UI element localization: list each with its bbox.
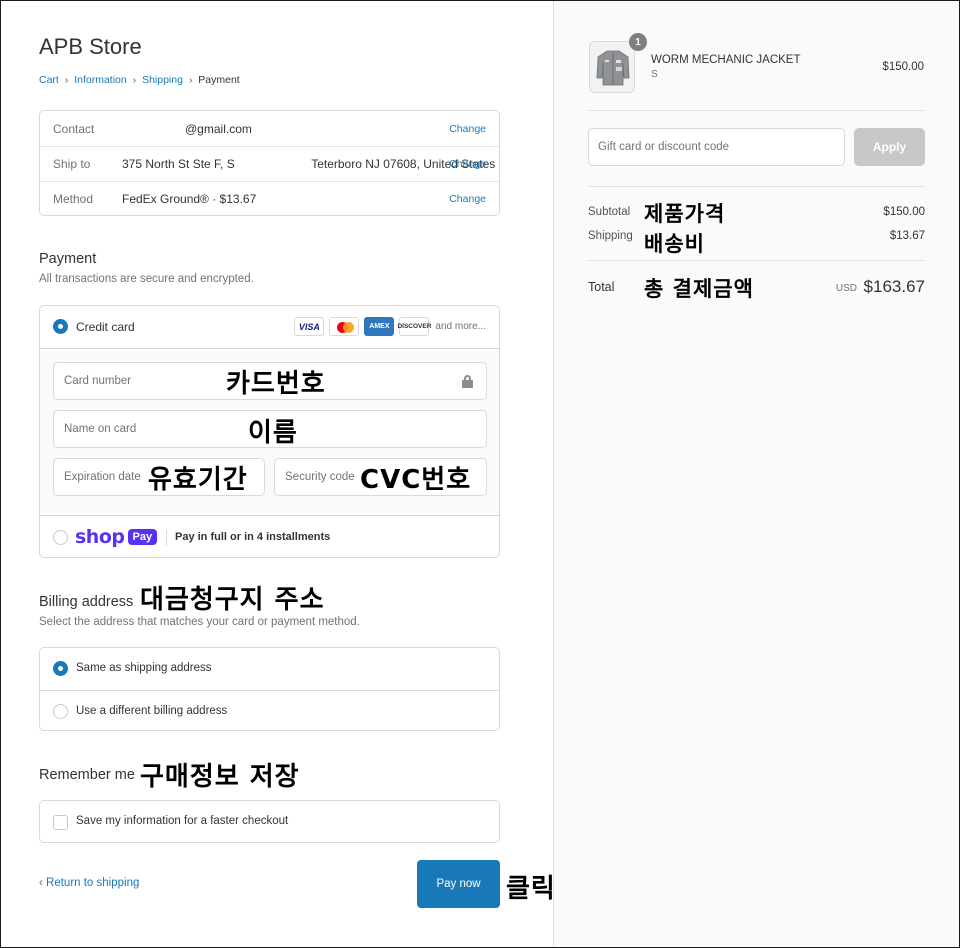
annotation-card-number: 카드번호 (226, 369, 326, 399)
annotation-subtotal: 제품가격 (644, 202, 726, 226)
payment-subtitle: All transactions are secure and encrypte… (39, 273, 254, 285)
different-billing-radio[interactable] (53, 704, 68, 719)
divider (588, 186, 925, 187)
remember-me-checkbox[interactable] (53, 815, 68, 830)
remember-me-box[interactable]: Save my information for a faster checkou… (39, 800, 500, 843)
breadcrumb-information[interactable]: Information (74, 74, 127, 86)
payment-title: Payment (39, 251, 97, 267)
expiration-date-placeholder: Expiration date (64, 471, 141, 483)
return-to-shipping-link[interactable]: ‹ Return to shipping (39, 877, 139, 889)
divider (166, 530, 167, 546)
shipping-value: $13.67 (889, 230, 925, 242)
store-title[interactable]: APB Store (39, 34, 142, 60)
same-as-shipping-option[interactable]: Same as shipping address (40, 648, 499, 690)
shop-pay-wordmark: shop (75, 526, 125, 548)
contact-row: Contact @gmail.com Change (40, 111, 499, 146)
annotation-remember: 구매정보 저장 (140, 762, 300, 792)
jacket-icon (596, 50, 630, 86)
discount-code-placeholder: Gift card or discount code (598, 141, 730, 153)
annotation-expiration: 유효기간 (148, 465, 248, 495)
subtotal-value: $150.00 (883, 206, 925, 218)
billing-title: Billing address (39, 594, 134, 610)
same-as-shipping-radio[interactable] (53, 661, 68, 676)
return-to-shipping-label: ‹ Return to shipping (39, 877, 140, 889)
total-label: Total (588, 280, 615, 294)
more-brands-text: and more... (435, 321, 486, 332)
contact-label: Contact (53, 121, 95, 136)
breadcrumb-shipping[interactable]: Shipping (142, 74, 183, 86)
shop-pay-logo: shop Pay (75, 526, 158, 548)
chevron-right-icon: › (64, 74, 69, 86)
product-price: $150.00 (882, 61, 924, 73)
credit-card-option[interactable]: Credit card VISA AMEX DISCOVER and more.… (40, 306, 499, 349)
product-thumbnail (589, 41, 635, 93)
annotation-total: 총 결제금액 (644, 277, 754, 301)
shop-pay-badge: Pay (127, 529, 158, 545)
product-variant: S (651, 69, 658, 80)
change-contact-link[interactable]: Change (449, 123, 486, 135)
annotation-cvc: CVC번호 (360, 465, 472, 495)
annotation-billing: 대금청구지 주소 (140, 585, 325, 615)
change-ship-to-link[interactable]: Change (449, 158, 486, 170)
product-name: WORM MECHANIC JACKET (651, 54, 801, 66)
credit-card-radio[interactable] (53, 319, 68, 334)
total-value: $163.67 (863, 277, 925, 296)
ship-to-row: Ship to 375 North St Ste F, S Teterboro … (40, 146, 499, 181)
visa-icon: VISA (294, 317, 325, 336)
subtotal-label: Subtotal (588, 206, 631, 218)
remember-me-label: Save my information for a faster checkou… (76, 815, 289, 827)
annotation-shipping: 배송비 (644, 232, 705, 256)
divider (588, 110, 925, 111)
method-label: Method (53, 192, 94, 206)
annotation-name: 이름 (248, 418, 298, 448)
breadcrumb-payment: Payment (198, 74, 240, 86)
same-as-shipping-label: Same as shipping address (76, 662, 212, 674)
apply-button[interactable]: Apply (854, 128, 925, 166)
shop-pay-installments-text: Pay in full or in 4 installments (175, 531, 331, 543)
remember-title: Remember me (39, 767, 135, 783)
total-currency: USD (835, 283, 857, 294)
change-method-link[interactable]: Change (449, 193, 486, 205)
chevron-right-icon: › (188, 74, 193, 86)
shipping-label: Shipping (588, 230, 633, 242)
different-billing-label: Use a different billing address (76, 705, 228, 717)
credit-card-label: Credit card (76, 320, 135, 334)
breadcrumb: Cart › Information › Shipping › Payment (39, 74, 240, 86)
breadcrumb-cart[interactable]: Cart (39, 74, 59, 86)
shop-pay-radio[interactable] (53, 530, 68, 545)
ship-to-label: Ship to (53, 157, 91, 171)
card-number-placeholder: Card number (64, 375, 132, 387)
billing-subtitle: Select the address that matches your car… (39, 616, 360, 628)
annotation-click: 클릭 (506, 874, 556, 904)
security-code-placeholder: Security code (285, 471, 355, 483)
pay-now-button[interactable]: Pay now (417, 860, 500, 908)
chevron-right-icon: › (132, 74, 137, 86)
contact-value: @gmail.com (185, 121, 252, 136)
mastercard-icon (329, 317, 360, 336)
divider (588, 260, 925, 261)
lock-icon (462, 375, 473, 388)
shop-pay-option[interactable]: shop Pay Pay in full or in 4 installment… (40, 516, 499, 557)
ship-to-value: 375 North St Ste F, S Teterboro NJ 07608… (122, 157, 496, 171)
quantity-badge: 1 (629, 33, 647, 51)
different-billing-option[interactable]: Use a different billing address (40, 690, 499, 732)
billing-address-box: Same as shipping address Use a different… (39, 647, 500, 731)
method-value: FedEx Ground® · $13.67 (122, 192, 257, 206)
discount-code-input[interactable]: Gift card or discount code (588, 128, 845, 166)
discover-icon: DISCOVER (397, 317, 431, 336)
review-info-box: Contact @gmail.com Change Ship to 375 No… (39, 110, 500, 216)
method-row: Method FedEx Ground® · $13.67 Change (40, 181, 499, 216)
card-brand-icons: VISA AMEX DISCOVER and more... (294, 317, 486, 336)
name-on-card-placeholder: Name on card (64, 423, 137, 435)
amex-icon: AMEX (364, 317, 395, 336)
